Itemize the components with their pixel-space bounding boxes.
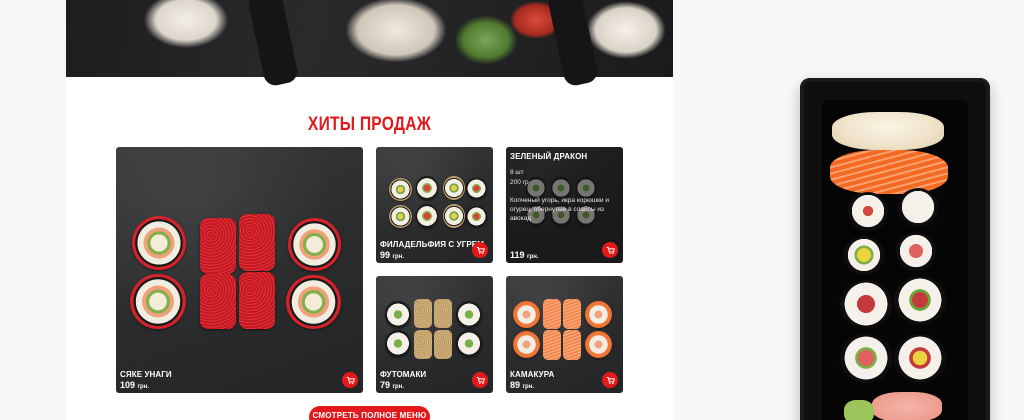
add-to-cart-button[interactable] (602, 242, 618, 258)
add-to-cart-button[interactable] (472, 242, 488, 258)
section-title: ХИТЫ ПРОДАЖ (307, 114, 432, 135)
product-card-futomaki[interactable]: ФУТОМАКИ 79 грн. (376, 276, 493, 393)
hero-image (66, 0, 673, 88)
product-card-green-dragon[interactable]: ЗЕЛЕНЫЙ ДРАКОН 8 шт 200 гр Копченый угор… (506, 147, 623, 263)
cart-icon (606, 246, 615, 254)
product-description: Копченый угорь, икра корюшки и огурец, о… (510, 197, 609, 222)
full-menu-button[interactable]: СМОТРЕТЬ ПОЛНОЕ МЕНЮ (309, 406, 430, 420)
add-to-cart-button[interactable] (602, 372, 618, 388)
product-card-syake-unagi[interactable]: СЯКЕ УНАГИ 109 грн. (116, 147, 363, 393)
content-card: ХИТЫ ПРОДАЖ СЯКЕ УНАГИ 109 грн. ФИЛАДЕЛЬ… (66, 0, 673, 420)
product-price: 89 грн. (510, 380, 534, 390)
product-weight: 200 гр (510, 179, 529, 186)
product-price: 119 грн. (510, 250, 539, 260)
add-to-cart-button[interactable] (342, 372, 358, 388)
product-price: 79 грн. (380, 380, 404, 390)
product-count: 8 шт (510, 169, 524, 176)
product-price: 109 грн. (120, 380, 150, 390)
product-card-philadelphia[interactable]: ФИЛАДЕЛЬФИЯ С УГРЕМ 99 грн. (376, 147, 493, 263)
product-price: 99 грн. (380, 250, 404, 260)
cart-icon (606, 376, 615, 384)
cart-icon (476, 246, 485, 254)
sushi-tray-inner (822, 100, 968, 420)
product-name: СЯКЕ УНАГИ (120, 370, 172, 379)
product-name: ЗЕЛЕНЫЙ ДРАКОН (510, 152, 588, 161)
product-name: КАМАКУРА (510, 370, 555, 379)
product-name: ФУТОМАКИ (380, 370, 427, 379)
product-card-kamakura[interactable]: КАМАКУРА 89 грн. (506, 276, 623, 393)
cart-icon (476, 376, 485, 384)
cart-icon (346, 376, 355, 384)
add-to-cart-button[interactable] (472, 372, 488, 388)
product-name: ФИЛАДЕЛЬФИЯ С УГРЕМ (380, 240, 484, 249)
